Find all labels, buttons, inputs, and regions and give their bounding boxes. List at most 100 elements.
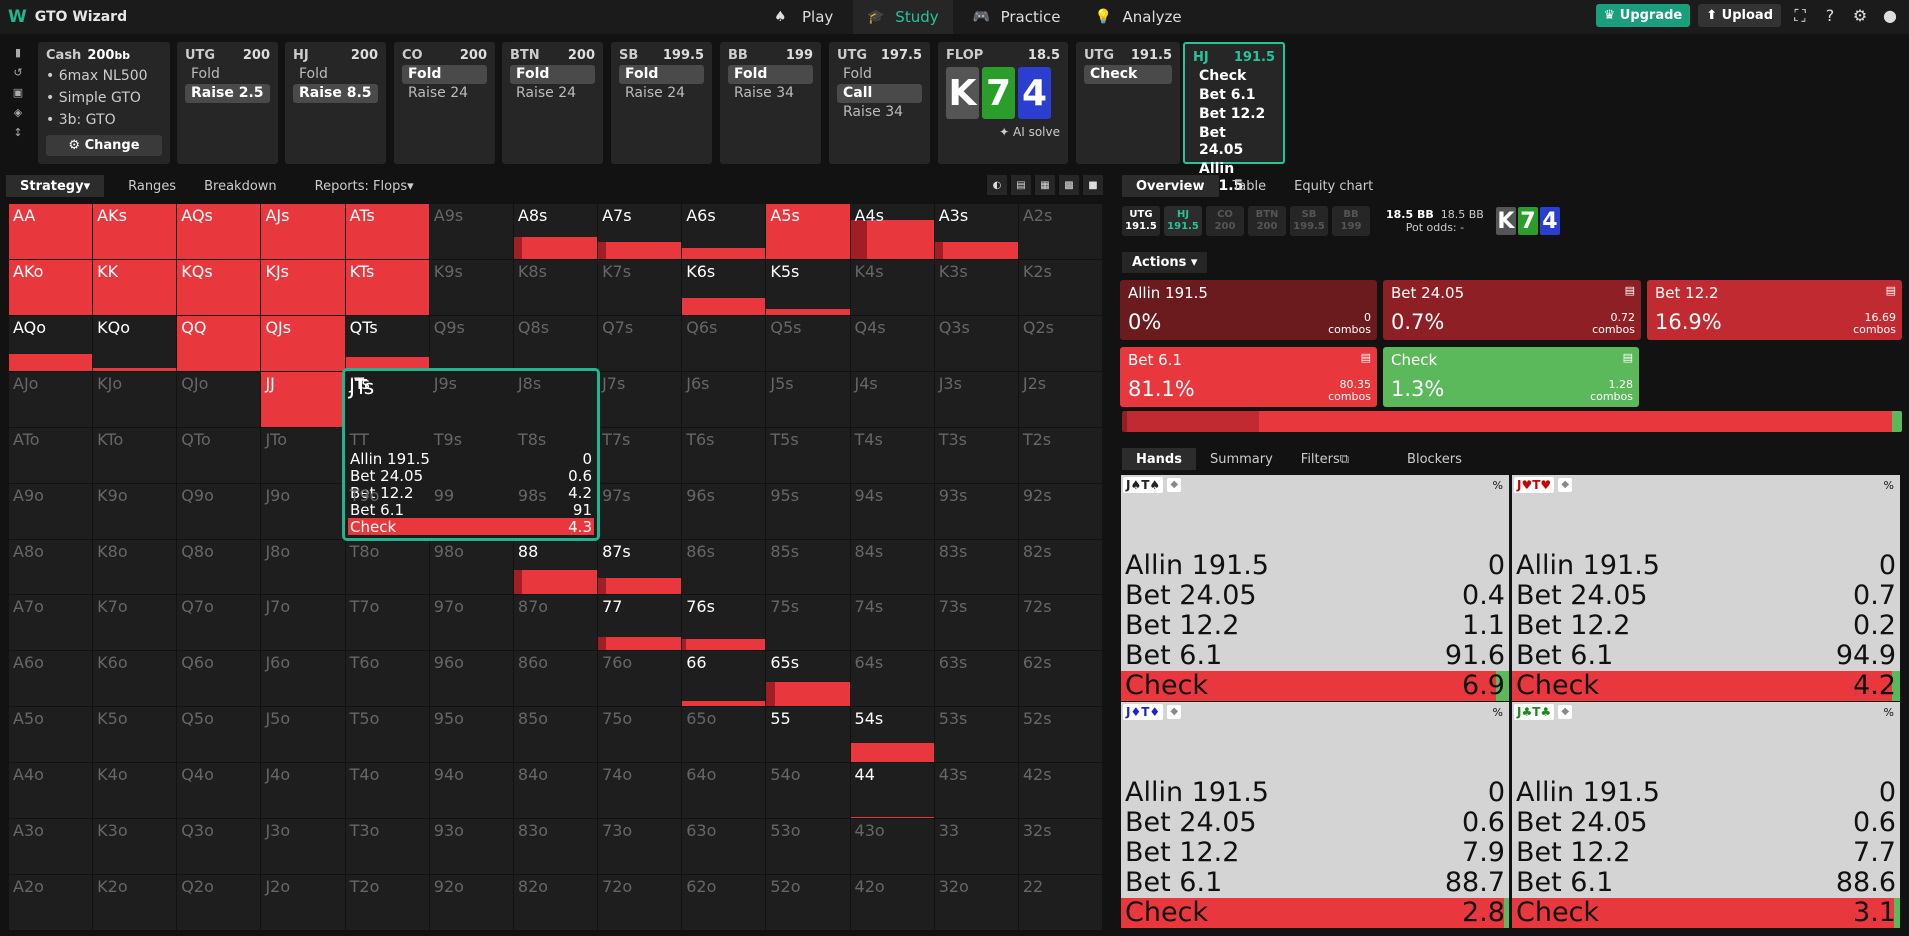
hand-cell[interactable]: J2s <box>1018 371 1102 427</box>
hand-cell[interactable]: T5o <box>345 707 429 763</box>
hand-cell[interactable]: 76s <box>682 595 766 651</box>
hand-cell[interactable]: Q6o <box>177 651 261 707</box>
nav-practice[interactable]: 🎮 Practice <box>959 0 1075 34</box>
hand-cell[interactable]: A6o <box>9 651 93 707</box>
action-option[interactable]: Bet 24.05 <box>1193 124 1275 160</box>
nav-analyze[interactable]: 💡 Analyze <box>1081 0 1196 34</box>
seat-bb[interactable]: BB 199 <box>1332 206 1370 236</box>
seat-btn[interactable]: BTN 200 <box>1248 206 1286 236</box>
action-option[interactable]: Fold <box>185 65 270 84</box>
hand-cell[interactable]: Q7s <box>598 315 682 371</box>
combo-card[interactable]: J♥T♥ ◆% Allin 191.5 0 Bet 24.05 0.7 Bet 12.2 0.… <box>1512 475 1900 701</box>
action-option[interactable]: Raise 24 <box>402 84 487 103</box>
hand-cell[interactable]: 84o <box>513 763 598 819</box>
hand-cell[interactable]: JTo <box>261 427 345 483</box>
hand-cell[interactable]: 72o <box>598 875 682 930</box>
tab-breakdown[interactable]: Breakdown <box>190 175 291 197</box>
tab-summary[interactable]: Summary <box>1196 448 1287 470</box>
hand-cell[interactable]: KK <box>93 259 177 315</box>
hand-cell[interactable]: J7o <box>261 595 345 651</box>
hand-cell[interactable]: KJs <box>261 259 345 315</box>
action-option[interactable]: Raise 24 <box>619 84 704 103</box>
action-option[interactable]: Fold <box>619 65 704 84</box>
nav-study[interactable]: 🎓 Study <box>853 0 953 34</box>
hand-cell[interactable]: QTs <box>345 315 429 371</box>
hand-cell[interactable]: A2s <box>1018 204 1102 259</box>
hand-cell[interactable]: K5s <box>766 259 850 315</box>
action-option[interactable]: Bet 6.1 <box>1193 86 1275 105</box>
hand-cell[interactable]: 22 <box>1018 875 1102 930</box>
hand-cell[interactable]: 52o <box>766 875 850 930</box>
hand-cell[interactable]: A8s <box>513 204 598 259</box>
action-option[interactable]: Raise 34 <box>728 84 813 103</box>
hand-cell[interactable]: 83o <box>513 819 598 875</box>
action-option[interactable]: Fold <box>510 65 595 84</box>
hand-cell[interactable]: Q7o <box>177 595 261 651</box>
hand-cell[interactable]: K7o <box>93 595 177 651</box>
hand-cell[interactable]: 98o <box>429 539 513 595</box>
hand-cell[interactable]: 64s <box>850 651 934 707</box>
action-option[interactable]: Fold <box>837 65 922 84</box>
hand-cell[interactable]: 44 <box>850 763 934 819</box>
tab-blockers[interactable]: Blockers <box>1393 448 1476 470</box>
hand-cell[interactable]: Q8o <box>177 539 261 595</box>
hand-cell[interactable]: A3o <box>9 819 93 875</box>
hand-cell[interactable]: Q2o <box>177 875 261 930</box>
hand-cell[interactable]: Q3s <box>934 315 1018 371</box>
hand-cell[interactable]: 32o <box>934 875 1018 930</box>
hand-cell[interactable]: 74o <box>598 763 682 819</box>
action-option[interactable]: Fold <box>293 65 378 84</box>
hand-cell[interactable]: QJo <box>177 371 261 427</box>
hand-cell[interactable]: 94s <box>850 483 934 539</box>
hand-cell[interactable]: 72s <box>1018 595 1102 651</box>
hand-cell[interactable]: Q3o <box>177 819 261 875</box>
hand-cell[interactable]: 75s <box>766 595 850 651</box>
hand-cell[interactable]: JJ <box>261 371 345 427</box>
hand-cell[interactable]: A9s <box>429 204 513 259</box>
hand-cell[interactable]: J4s <box>850 371 934 427</box>
action-card-co[interactable]: CO 200 Fold Raise 24 <box>394 42 495 164</box>
hand-cell[interactable]: 32s <box>1018 819 1102 875</box>
note-icon[interactable]: ▤ <box>1886 284 1896 297</box>
hand-cell[interactable]: 43s <box>934 763 1018 819</box>
ai-solve-button[interactable]: ✦ AI solve <box>946 125 1060 139</box>
action-option[interactable]: Fold <box>402 65 487 84</box>
action-option[interactable]: Bet 12.2 <box>1193 105 1275 124</box>
hand-cell[interactable]: A4s <box>850 204 934 259</box>
view-mode-icon[interactable]: ▤ <box>1011 175 1031 195</box>
hand-cell[interactable]: 88 <box>513 539 598 595</box>
hand-cell[interactable]: J6s <box>682 371 766 427</box>
action-card-utg-flop[interactable]: UTG 191.5 Check <box>1076 42 1180 164</box>
hand-cell[interactable]: Q6s <box>682 315 766 371</box>
hand-cell[interactable]: 95o <box>429 707 513 763</box>
hand-cell[interactable]: K9o <box>93 483 177 539</box>
hand-cell[interactable]: T3o <box>345 819 429 875</box>
hand-cell[interactable]: K5o <box>93 707 177 763</box>
hand-cell[interactable]: A9o <box>9 483 93 539</box>
hand-cell[interactable]: A4o <box>9 763 93 819</box>
save-icon[interactable]: ▣ <box>13 86 23 99</box>
bookmark-icon[interactable]: ▮ <box>15 46 21 59</box>
hand-cell[interactable]: AKo <box>9 259 93 315</box>
hand-cell[interactable]: K6o <box>93 651 177 707</box>
hand-cell[interactable]: 92o <box>429 875 513 930</box>
strategy-box-bet-24-05[interactable]: Bet 24.05 0.7% 0.72 combos ▤ <box>1383 280 1641 340</box>
hand-cell[interactable]: K9s <box>429 259 513 315</box>
hand-cell[interactable]: Q4s <box>850 315 934 371</box>
strategy-box-bet-12-2[interactable]: Bet 12.2 16.9% 16.69 combos ▤ <box>1647 280 1902 340</box>
hand-cell[interactable]: AKs <box>93 204 177 259</box>
hand-cell[interactable]: A7o <box>9 595 93 651</box>
action-card-utg[interactable]: UTG 200 Fold Raise 2.5 <box>177 42 278 164</box>
hand-cell[interactable]: J3s <box>934 371 1018 427</box>
note-icon[interactable]: ▤ <box>1625 284 1635 297</box>
hand-cell[interactable]: T7s <box>598 427 682 483</box>
square-view-icon[interactable]: ■ <box>1083 175 1103 195</box>
hand-cell[interactable]: KTs <box>345 259 429 315</box>
gear-icon[interactable]: ⚙ <box>1849 5 1871 27</box>
hand-cell[interactable]: K3s <box>934 259 1018 315</box>
action-option[interactable]: Call <box>837 84 922 103</box>
hand-cell[interactable]: 64o <box>682 763 766 819</box>
hand-cell[interactable]: 62s <box>1018 651 1102 707</box>
hand-cell[interactable]: 77 <box>598 595 682 651</box>
hand-cell[interactable]: T3s <box>934 427 1018 483</box>
